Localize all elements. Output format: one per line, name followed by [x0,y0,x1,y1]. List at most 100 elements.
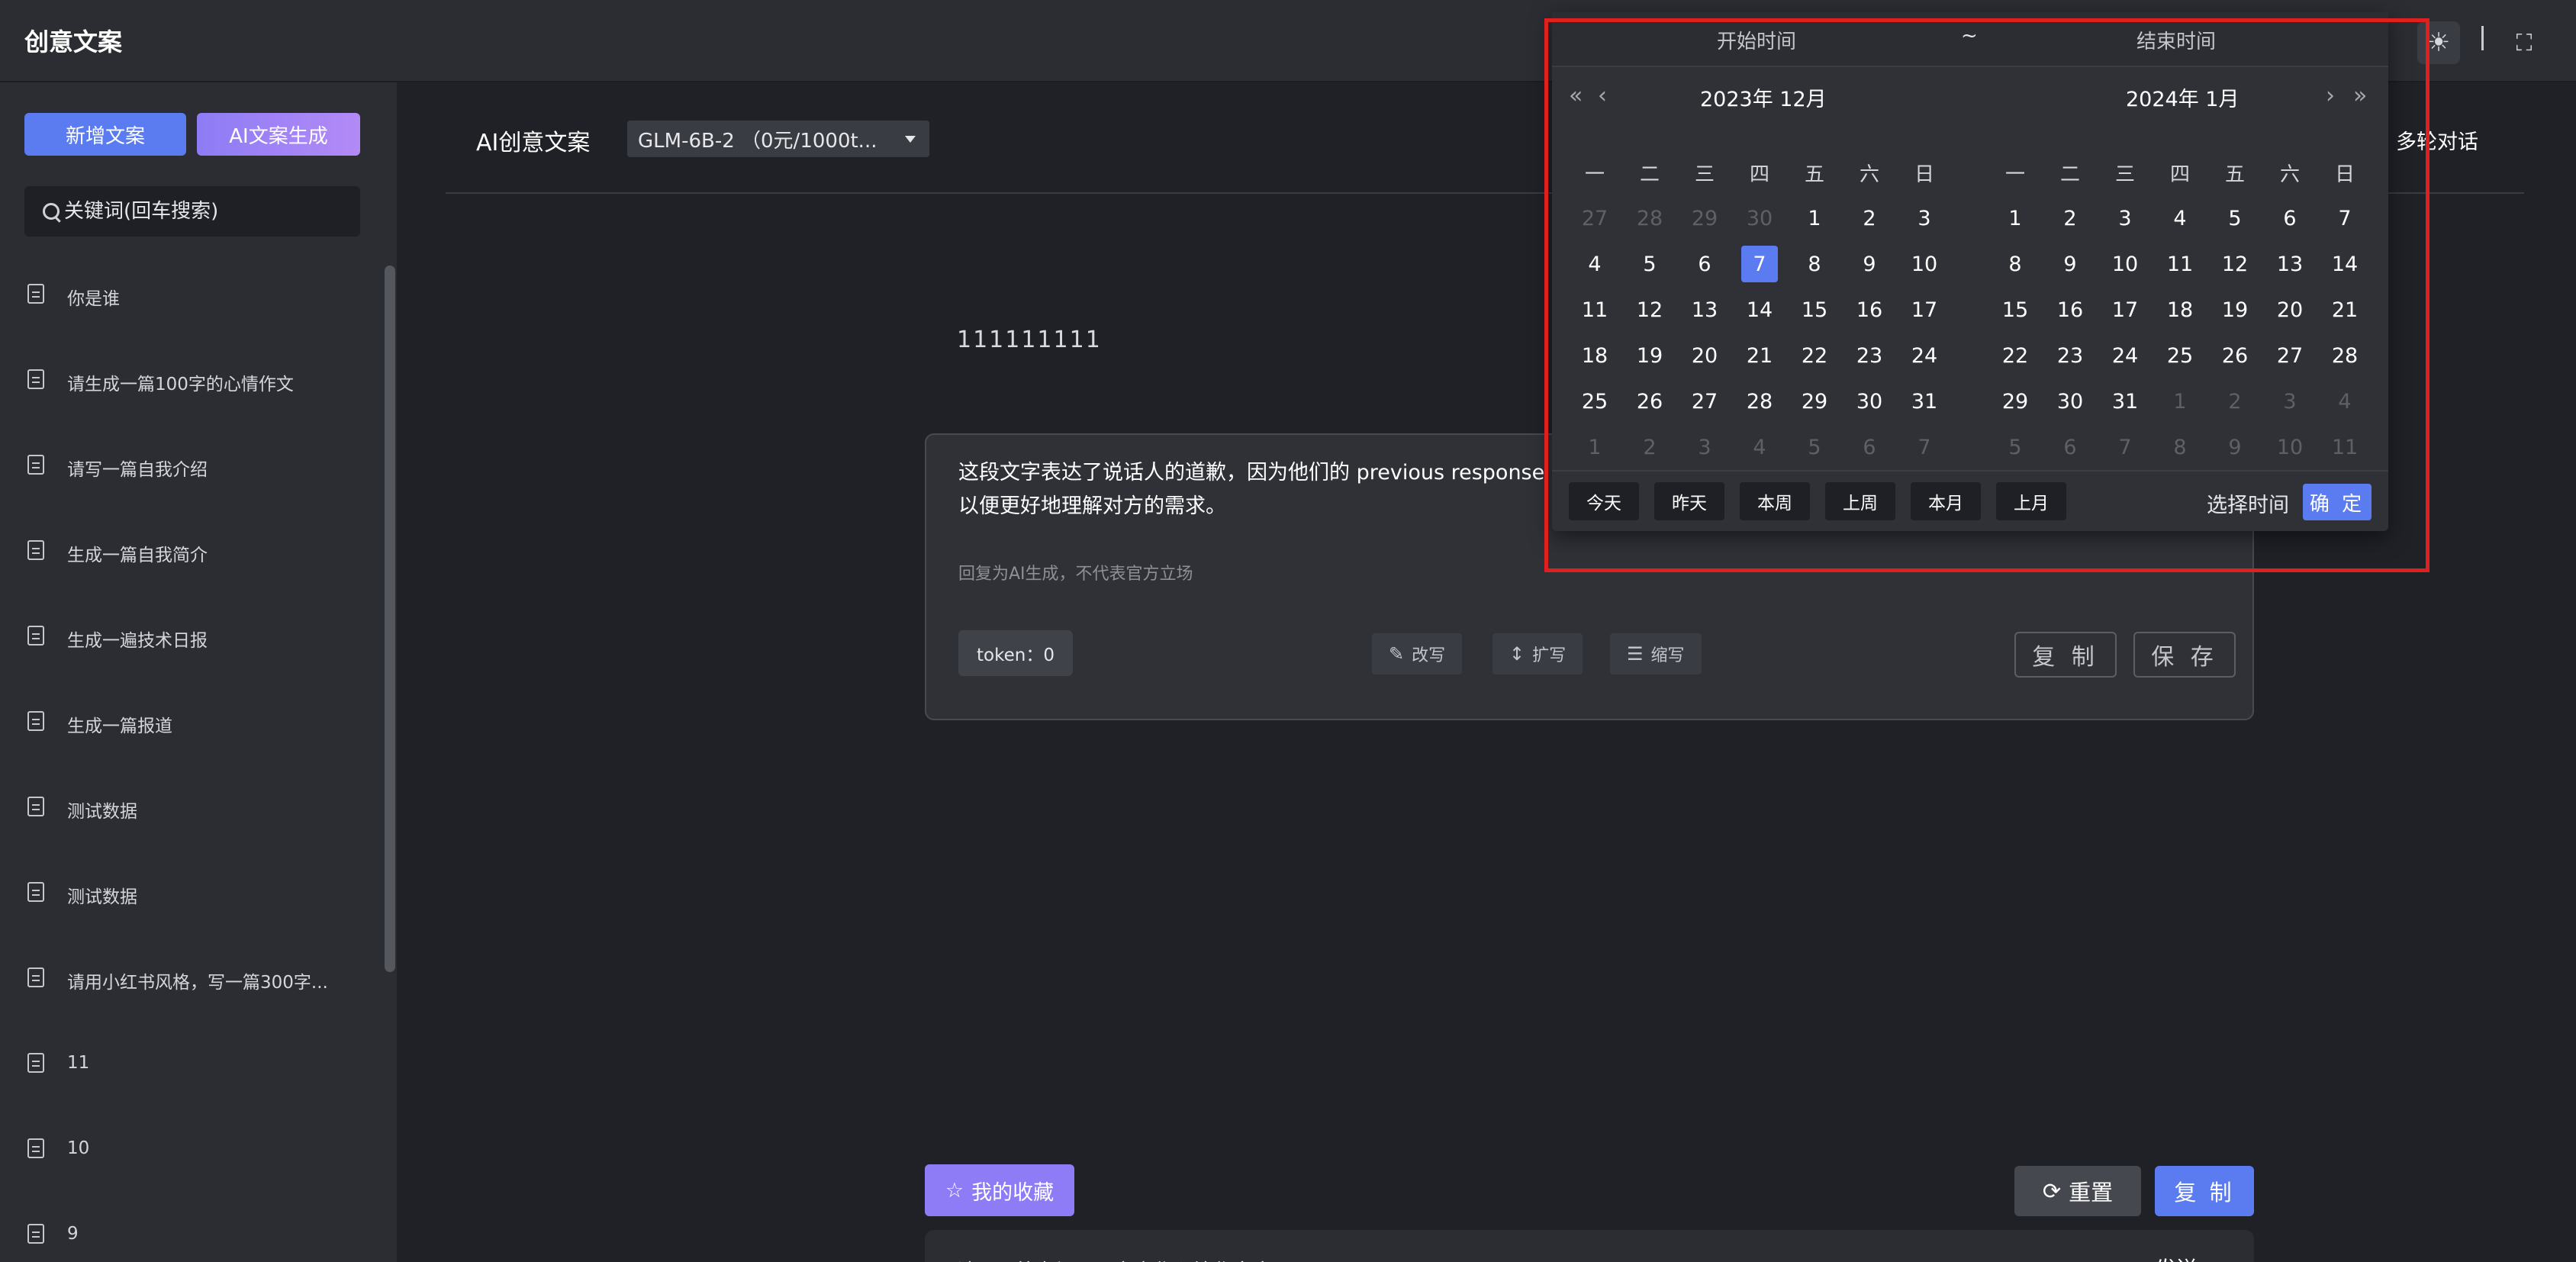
calendar-day[interactable]: 1 [1787,195,1842,241]
calendar-day[interactable]: 3 [1897,195,1952,241]
calendar-day[interactable]: 6 [2262,195,2317,241]
date-shortcut-button[interactable]: 本月 [1911,482,1981,520]
calendar-day[interactable]: 21 [1732,333,1787,378]
next-month-icon[interactable]: › [2326,82,2335,109]
date-shortcut-button[interactable]: 本周 [1740,482,1810,520]
sidebar-doc-item[interactable]: 你是谁 [0,270,382,356]
sidebar-doc-item[interactable]: 生成一遍技术日报 [0,612,382,697]
send-button[interactable]: ➤ 发送 [2130,1253,2198,1262]
fullscreen-icon[interactable]: ⛶ [2503,21,2545,64]
calendar-day[interactable]: 6 [2043,424,2098,470]
sun-icon[interactable]: ☀ [2417,21,2460,64]
calendar-day[interactable]: 19 [1622,333,1677,378]
calendar-day[interactable]: 1 [2153,378,2207,424]
calendar-day[interactable]: 5 [1622,241,1677,287]
calendar-day[interactable]: 31 [2098,378,2153,424]
calendar-day[interactable]: 1 [1567,424,1622,470]
calendar-day[interactable]: 22 [1988,333,2043,378]
calendar-day[interactable]: 4 [2153,195,2207,241]
calendar-day[interactable]: 5 [1787,424,1842,470]
calendar-day[interactable]: 24 [1897,333,1952,378]
calendar-day[interactable]: 29 [1787,378,1842,424]
calendar-day[interactable]: 15 [1988,287,2043,333]
calendar-day[interactable]: 4 [1732,424,1787,470]
calendar-day[interactable]: 17 [1897,287,1952,333]
ai-generate-button[interactable]: AI文案生成 [197,113,360,156]
calendar-day[interactable]: 2 [2207,378,2262,424]
calendar-day[interactable]: 3 [2262,378,2317,424]
sidebar-doc-item[interactable]: 测试数据 [0,868,382,954]
calendar-day[interactable]: 22 [1787,333,1842,378]
calendar-day[interactable]: 2 [1842,195,1897,241]
calendar-day[interactable]: 5 [2207,195,2262,241]
calendar-day[interactable]: 26 [2207,333,2262,378]
calendar-day[interactable]: 27 [1567,195,1622,241]
calendar-day[interactable]: 2 [2043,195,2098,241]
calendar-day[interactable]: 25 [2153,333,2207,378]
calendar-day[interactable]: 23 [2043,333,2098,378]
sidebar-doc-item[interactable]: 测试数据 [0,783,382,868]
calendar-day[interactable]: 12 [1622,287,1677,333]
calendar-day[interactable]: 9 [2207,424,2262,470]
date-shortcut-button[interactable]: 昨天 [1654,482,1724,520]
next-year-icon[interactable]: » [2353,82,2367,109]
answer-save-button[interactable]: 保 存 [2133,632,2236,678]
calendar-day[interactable]: 31 [1897,378,1952,424]
choose-time-link[interactable]: 选择时间 [2207,488,2289,518]
calendar-day[interactable]: 11 [2317,424,2372,470]
confirm-button[interactable]: 确 定 [2303,484,2372,520]
calendar-day[interactable]: 27 [2262,333,2317,378]
calendar-day[interactable]: 6 [1842,424,1897,470]
prev-month-icon[interactable]: ‹ [1598,82,1607,109]
sidebar-doc-item[interactable]: 9 [0,1210,382,1262]
calendar-day[interactable]: 10 [2262,424,2317,470]
calendar-day[interactable]: 7 [1897,424,1952,470]
sidebar-doc-item[interactable]: 生成一篇自我简介 [0,526,382,612]
calendar-day[interactable]: 28 [2317,333,2372,378]
calendar-day-selected[interactable]: 7 [1732,241,1787,287]
calendar-day[interactable]: 13 [1677,287,1732,333]
start-date-input[interactable]: 开始时间 [1717,26,1796,54]
calendar-day[interactable]: 20 [1677,333,1732,378]
reset-button[interactable]: ⟳ 重置 [2014,1166,2141,1216]
calendar-day[interactable]: 14 [2317,241,2372,287]
sidebar-doc-item[interactable]: 10 [0,1125,382,1210]
calendar-day[interactable]: 17 [2098,287,2153,333]
calendar-day[interactable]: 13 [2262,241,2317,287]
calendar-day[interactable]: 3 [1677,424,1732,470]
calendar-day[interactable]: 8 [1787,241,1842,287]
calendar-day[interactable]: 1 [1988,195,2043,241]
calendar-day[interactable]: 21 [2317,287,2372,333]
calendar-day[interactable]: 30 [1842,378,1897,424]
calendar-day[interactable]: 19 [2207,287,2262,333]
calendar-day[interactable]: 12 [2207,241,2262,287]
favorites-button[interactable]: ☆ 我的收藏 [925,1164,1074,1216]
multi-turn-chat-link[interactable]: 多轮对话 [2396,125,2478,155]
calendar-day[interactable]: 24 [2098,333,2153,378]
answer-copy-button[interactable]: 复 制 [2014,632,2117,678]
calendar-day[interactable]: 28 [1732,378,1787,424]
calendar-day[interactable]: 4 [1567,241,1622,287]
prev-year-icon[interactable]: « [1569,82,1583,109]
copy-button[interactable]: 复 制 [2155,1166,2254,1216]
calendar-day[interactable]: 10 [1897,241,1952,287]
calendar-day[interactable]: 9 [1842,241,1897,287]
calendar-day[interactable]: 23 [1842,333,1897,378]
calendar-day[interactable]: 25 [1567,378,1622,424]
calendar-day[interactable]: 16 [1842,287,1897,333]
calendar-day[interactable]: 27 [1677,378,1732,424]
calendar-day[interactable]: 9 [2043,241,2098,287]
calendar-day[interactable]: 14 [1732,287,1787,333]
calendar-day[interactable]: 30 [2043,378,2098,424]
calendar-day[interactable]: 18 [2153,287,2207,333]
shorten-button[interactable]: ☰ 缩写 [1610,633,1702,674]
calendar-day[interactable]: 18 [1567,333,1622,378]
calendar-day[interactable]: 10 [2098,241,2153,287]
sidebar-doc-item[interactable]: 11 [0,1039,382,1125]
calendar-day[interactable]: 8 [2153,424,2207,470]
calendar-day[interactable]: 7 [2317,195,2372,241]
calendar-day[interactable]: 3 [2098,195,2153,241]
calendar-day[interactable]: 11 [1567,287,1622,333]
calendar-day[interactable]: 4 [2317,378,2372,424]
sidebar-doc-item[interactable]: 请生成一篇100字的心情作文 [0,356,382,441]
